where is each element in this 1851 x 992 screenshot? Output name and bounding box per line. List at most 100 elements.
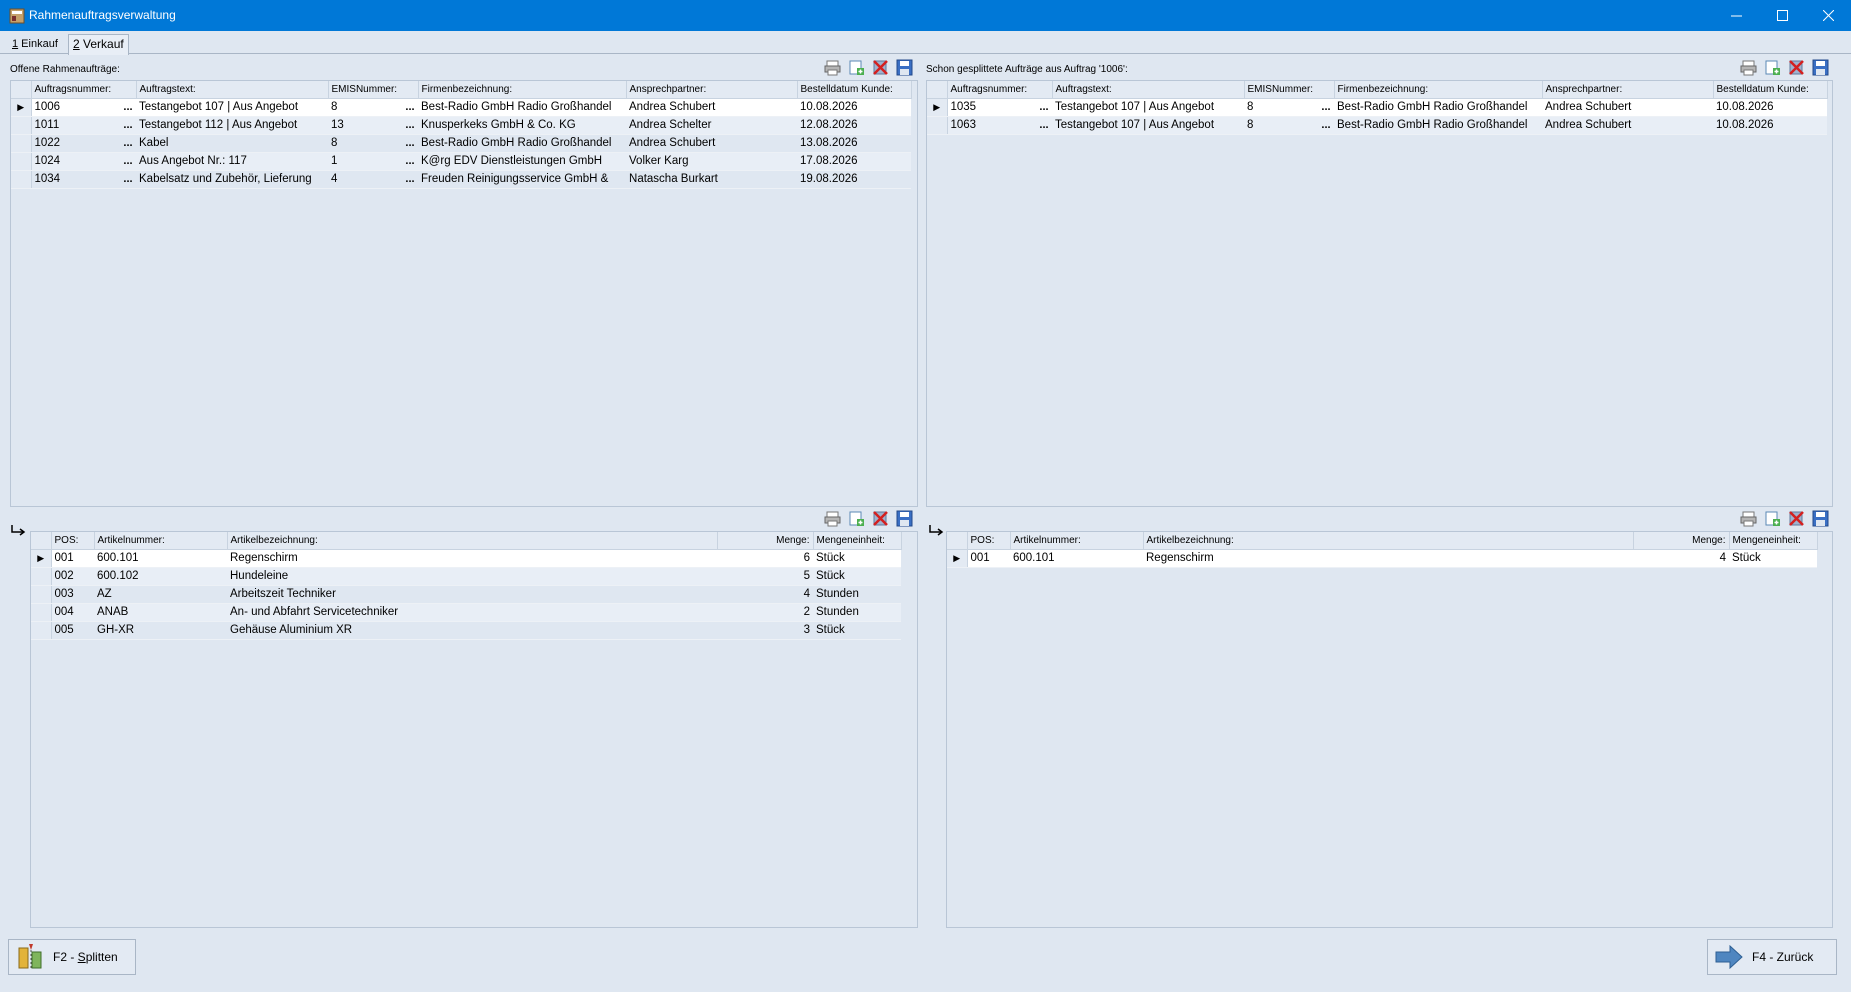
col-pos[interactable]: POS: — [967, 532, 1011, 550]
save-button[interactable] — [895, 510, 914, 529]
emis-lookup-button[interactable]: ... — [402, 170, 419, 189]
emis-lookup-button[interactable]: ... — [402, 98, 419, 117]
current-row-indicator[interactable]: ▶ — [11, 98, 32, 117]
cell-firmenbezeichnung[interactable]: Best-Radio GmbH Radio Großhandel — [418, 98, 627, 117]
auftrag-lookup-button[interactable]: ... — [120, 170, 137, 189]
minimize-button[interactable] — [1713, 0, 1759, 31]
cell-menge[interactable]: 2 — [717, 603, 813, 622]
cell-ansprechpartner[interactable]: Volker Karg — [626, 152, 798, 171]
cell-firmenbezeichnung[interactable]: Best-Radio GmbH Radio Großhandel — [1334, 116, 1543, 135]
cell-pos[interactable]: 004 — [51, 603, 94, 622]
cell-firmenbezeichnung[interactable]: Best-Radio GmbH Radio Großhandel — [1334, 98, 1543, 117]
cell-pos[interactable]: 002 — [51, 567, 94, 586]
cell-mengeneinheit[interactable]: Stunden — [813, 603, 901, 622]
table-row[interactable]: 004 ANAB An- und Abfahrt Servicetechniker 2… — [31, 603, 901, 622]
cell-bestelldatum[interactable]: 12.08.2026 — [797, 116, 912, 135]
cell-firmenbezeichnung[interactable]: K@rg EDV Dienstleistungen GmbH — [418, 152, 627, 171]
maximize-button[interactable] — [1759, 0, 1805, 31]
delete-button[interactable] — [871, 59, 890, 78]
cell-pos[interactable]: 003 — [51, 585, 94, 604]
close-button[interactable] — [1805, 0, 1851, 31]
current-row-indicator[interactable]: ▶ — [31, 549, 52, 568]
col-mengeneinheit[interactable]: Mengeneinheit: — [813, 532, 902, 550]
table-row[interactable]: 1011... Testangebot 112 | Aus Angebot 13..… — [11, 116, 912, 135]
cell-emisnummer[interactable]: 4 — [328, 170, 403, 189]
row-indicator[interactable] — [31, 567, 52, 586]
cell-firmenbezeichnung[interactable]: Freuden Reinigungsservice GmbH & — [418, 170, 627, 189]
table-row[interactable]: 1024... Aus Angebot Nr.: 117 1... K@rg EDV … — [11, 152, 912, 171]
cell-ansprechpartner[interactable]: Andrea Schubert — [1542, 116, 1714, 135]
new-record-button[interactable] — [847, 510, 866, 529]
row-indicator[interactable] — [927, 116, 948, 135]
row-indicator[interactable] — [11, 116, 32, 135]
emis-lookup-button[interactable]: ... — [402, 152, 419, 171]
split-button[interactable]: F2 - Splitten — [8, 939, 136, 975]
col-ansprechpartner[interactable]: Ansprechpartner: — [626, 81, 798, 99]
cell-bestelldatum[interactable]: 19.08.2026 — [797, 170, 912, 189]
table-row[interactable]: ▶ 1006... Testangebot 107 | Aus Angebot 8..… — [11, 98, 912, 117]
cell-menge[interactable]: 5 — [717, 567, 813, 586]
row-indicator[interactable] — [31, 621, 52, 640]
tab-einkauf[interactable]: 1 Einkauf — [12, 38, 58, 50]
cell-bestelldatum[interactable]: 10.08.2026 — [1713, 116, 1828, 135]
delete-button[interactable] — [1787, 59, 1806, 78]
cell-artikelbezeichnung[interactable]: Hundeleine — [227, 567, 717, 586]
row-indicator[interactable] — [11, 170, 32, 189]
cell-artikelbezeichnung[interactable]: Arbeitszeit Techniker — [227, 585, 717, 604]
cell-artikelnummer[interactable]: 600.101 — [1010, 549, 1143, 568]
new-record-button[interactable] — [1763, 510, 1782, 529]
cell-emisnummer[interactable]: 8 — [328, 98, 403, 117]
cell-menge[interactable]: 3 — [717, 621, 813, 640]
print-button[interactable] — [1739, 510, 1758, 529]
save-button[interactable] — [1811, 59, 1830, 78]
cell-menge[interactable]: 6 — [717, 549, 813, 568]
table-row[interactable]: 005 GH-XR Gehäuse Aluminium XR 3 Stück — [31, 621, 901, 640]
emis-lookup-button[interactable]: ... — [402, 116, 419, 135]
col-pos[interactable]: POS: — [51, 532, 95, 550]
auftrag-lookup-button[interactable]: ... — [1036, 98, 1053, 117]
cell-artikelnummer[interactable]: ANAB — [94, 603, 227, 622]
table-row[interactable]: 1034... Kabelsatz und Zubehör, Lieferung 4… — [11, 170, 912, 189]
cell-emisnummer[interactable]: 8 — [328, 134, 403, 153]
cell-emisnummer[interactable]: 8 — [1244, 116, 1319, 135]
cell-auftragstext[interactable]: Testangebot 107 | Aus Angebot — [1052, 116, 1245, 135]
cell-mengeneinheit[interactable]: Stunden — [813, 585, 901, 604]
delete-button[interactable] — [1787, 510, 1806, 529]
cell-auftragstext[interactable]: Testangebot 112 | Aus Angebot — [136, 116, 329, 135]
emis-lookup-button[interactable]: ... — [402, 134, 419, 153]
cell-auftragsnummer[interactable]: 1011 — [31, 116, 120, 135]
emis-lookup-button[interactable]: ... — [1318, 116, 1335, 135]
col-menge[interactable]: Menge: — [1633, 532, 1730, 550]
col-auftragstext[interactable]: Auftragstext: — [136, 81, 329, 99]
cell-artikelnummer[interactable]: GH-XR — [94, 621, 227, 640]
row-indicator[interactable] — [31, 585, 52, 604]
back-button[interactable]: F4 - Zurück — [1707, 939, 1837, 975]
col-ansprechpartner[interactable]: Ansprechpartner: — [1542, 81, 1714, 99]
cell-auftragstext[interactable]: Aus Angebot Nr.: 117 — [136, 152, 329, 171]
table-row[interactable]: 003 AZ Arbeitszeit Techniker 4 Stunden — [31, 585, 901, 604]
cell-auftragstext[interactable]: Kabel — [136, 134, 329, 153]
cell-artikelbezeichnung[interactable]: Regenschirm — [1143, 549, 1633, 568]
cell-artikelbezeichnung[interactable]: Gehäuse Aluminium XR — [227, 621, 717, 640]
row-indicator[interactable] — [11, 134, 32, 153]
cell-mengeneinheit[interactable]: Stück — [813, 549, 901, 568]
cell-menge[interactable]: 4 — [717, 585, 813, 604]
emis-lookup-button[interactable]: ... — [1318, 98, 1335, 117]
cell-auftragsnummer[interactable]: 1063 — [947, 116, 1036, 135]
cell-pos[interactable]: 001 — [51, 549, 94, 568]
col-auftragsnummer[interactable]: Auftragsnummer: — [31, 81, 137, 99]
cell-auftragsnummer[interactable]: 1024 — [31, 152, 120, 171]
cell-ansprechpartner[interactable]: Andrea Schubert — [1542, 98, 1714, 117]
cell-firmenbezeichnung[interactable]: Best-Radio GmbH Radio Großhandel — [418, 134, 627, 153]
col-bestelldatum[interactable]: Bestelldatum Kunde: — [797, 81, 912, 99]
cell-auftragsnummer[interactable]: 1022 — [31, 134, 120, 153]
print-button[interactable] — [823, 59, 842, 78]
row-indicator[interactable] — [11, 152, 32, 171]
delete-button[interactable] — [871, 510, 890, 529]
col-auftragsnummer[interactable]: Auftragsnummer: — [947, 81, 1053, 99]
cell-artikelnummer[interactable]: 600.102 — [94, 567, 227, 586]
col-menge[interactable]: Menge: — [717, 532, 814, 550]
cell-emisnummer[interactable]: 1 — [328, 152, 403, 171]
cell-auftragstext[interactable]: Testangebot 107 | Aus Angebot — [1052, 98, 1245, 117]
table-row[interactable]: ▶ 1035... Testangebot 107 | Aus Angebot 8..… — [927, 98, 1828, 117]
